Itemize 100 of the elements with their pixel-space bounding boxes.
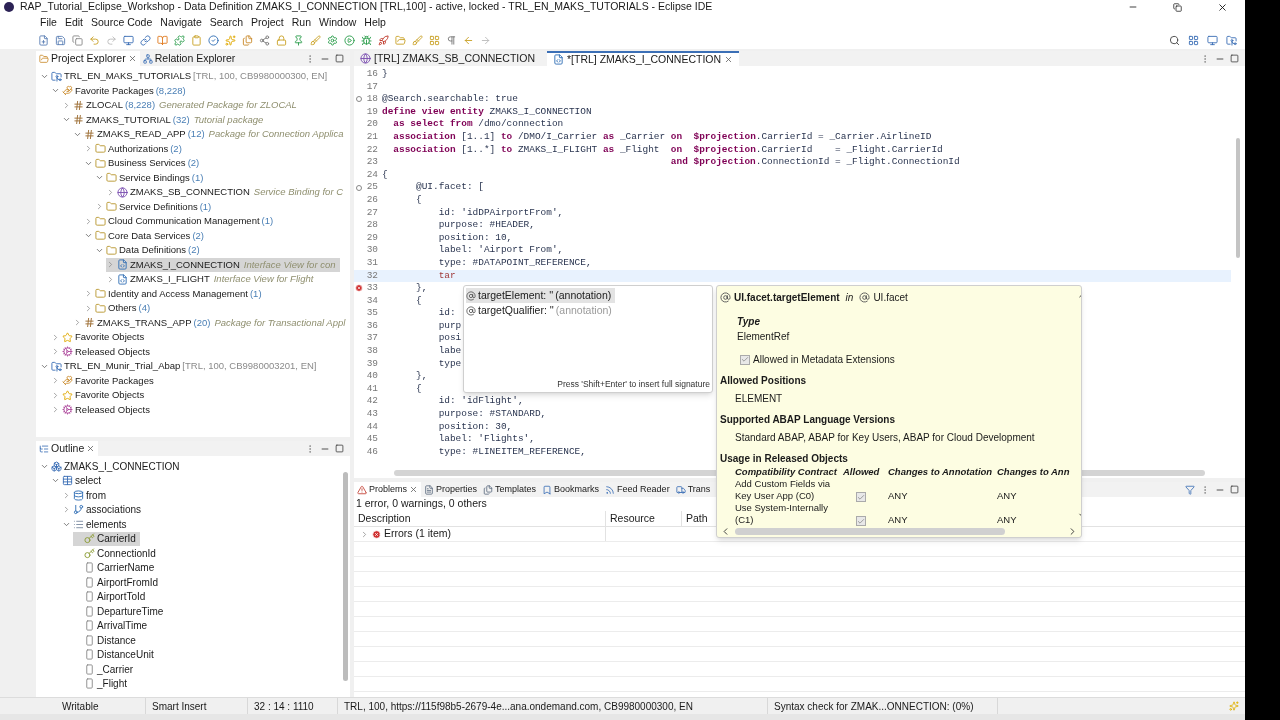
- redo-icon[interactable]: [106, 34, 117, 46]
- puzzle-icon[interactable]: [174, 34, 185, 46]
- tree-item[interactable]: select: [51, 473, 106, 488]
- menu-item[interactable]: Edit: [60, 14, 87, 31]
- tree-item[interactable]: ZMAKS_TUTORIAL (32) Tutorial package: [62, 112, 268, 127]
- completion-item[interactable]: targetQualifier: '' (annotation): [466, 303, 616, 318]
- pilcrow-icon[interactable]: [446, 34, 457, 46]
- close-icon[interactable]: [1217, 1, 1228, 13]
- book-icon[interactable]: [157, 34, 168, 46]
- tree-item[interactable]: ZMAKS_I_CONNECTION Interface View for con: [106, 257, 340, 272]
- perspective-icon[interactable]: [1188, 34, 1199, 46]
- menu-item[interactable]: Project: [247, 14, 288, 31]
- tree-item[interactable]: Favorite Objects: [51, 330, 149, 345]
- perspective-icon[interactable]: [1226, 34, 1237, 46]
- chevron-icon[interactable]: [51, 390, 60, 400]
- problem-group[interactable]: Errors (1 item): [384, 526, 452, 542]
- menu-item[interactable]: Search: [205, 14, 248, 31]
- chevron-icon[interactable]: [360, 529, 369, 539]
- copy-icon[interactable]: [72, 34, 83, 46]
- filter-icon[interactable]: [1185, 484, 1195, 495]
- play-icon[interactable]: [344, 34, 355, 46]
- chevron-icon[interactable]: [62, 100, 71, 110]
- clipboard-icon[interactable]: [191, 34, 202, 46]
- tree-item[interactable]: Authorizations (2): [84, 141, 186, 156]
- tree-item[interactable]: elements: [62, 517, 131, 532]
- maximize-icon[interactable]: [1230, 485, 1239, 494]
- tree-item[interactable]: from: [62, 488, 110, 503]
- tree-item[interactable]: Core Data Services (2): [84, 228, 208, 243]
- chevron-icon[interactable]: [84, 289, 93, 299]
- tree-item[interactable]: Favorite Packages: [51, 373, 158, 388]
- chevron-icon[interactable]: [84, 144, 93, 154]
- panel-tab[interactable]: Trans: [672, 482, 714, 497]
- new-file-icon[interactable]: [38, 34, 49, 46]
- panel-tab[interactable]: Feed Reader: [602, 482, 673, 497]
- panel-tab[interactable]: Properties: [421, 482, 481, 497]
- scrollbar[interactable]: [1236, 138, 1240, 258]
- menu-item[interactable]: Run: [287, 14, 315, 31]
- horizontal-scrollbar[interactable]: [735, 527, 1005, 535]
- column-header[interactable]: Description: [354, 511, 606, 526]
- tree-item[interactable]: associations: [62, 502, 146, 517]
- column-header[interactable]: Resource: [606, 511, 682, 526]
- tree-item[interactable]: TRL_EN_Munir_Trial_Abap [TRL, 100, CB9980003201, EN]: [40, 359, 321, 374]
- tree-item[interactable]: CarrierId: [73, 531, 140, 546]
- share-icon[interactable]: [259, 34, 270, 46]
- tree-item[interactable]: DepartureTime: [73, 604, 168, 619]
- tree-item[interactable]: TRL_EN_MAKS_TUTORIALS [TRL, 100, CB9980000300, EN]: [40, 69, 332, 84]
- tree-item[interactable]: ConnectionId: [73, 546, 160, 561]
- search-icon[interactable]: [1169, 34, 1180, 46]
- tree-item[interactable]: ZMAKS_TRANS_APP (20) Package for Transactional Appl: [73, 315, 350, 330]
- chevron-icon[interactable]: [106, 260, 115, 270]
- chevron-icon[interactable]: [51, 376, 60, 386]
- files-icon[interactable]: [242, 34, 253, 46]
- tree-item[interactable]: Others (4): [84, 301, 155, 316]
- tree-item[interactable]: Favorite Objects: [51, 388, 149, 403]
- brush-icon[interactable]: [310, 34, 321, 46]
- tree-item[interactable]: _Flight: [73, 676, 131, 691]
- scrollbar[interactable]: [343, 472, 348, 681]
- tree-item[interactable]: Business Services (2): [84, 156, 204, 171]
- tree-item[interactable]: AirportFromId: [73, 575, 163, 590]
- back-arrow-icon[interactable]: [463, 34, 474, 46]
- tree-item[interactable]: ZLOCAL (8,228) Generated Package for ZLOCAL: [62, 98, 301, 113]
- chevron-icon[interactable]: [95, 202, 104, 212]
- perspective-icon[interactable]: [1207, 34, 1218, 46]
- menu-item[interactable]: Help: [360, 14, 390, 31]
- panel-tab[interactable]: Outline: [36, 441, 99, 456]
- chevron-icon[interactable]: [62, 505, 71, 515]
- maximize-icon[interactable]: [335, 54, 344, 63]
- chevron-icon[interactable]: [51, 332, 60, 342]
- chevron-icon[interactable]: [51, 347, 60, 357]
- chevron-icon[interactable]: [51, 405, 60, 415]
- pin-icon[interactable]: [293, 34, 304, 46]
- completion-item[interactable]: targetElement: '' (annotation): [466, 288, 616, 303]
- menu-item[interactable]: Navigate: [156, 14, 206, 31]
- restore-icon[interactable]: [1173, 2, 1182, 12]
- panel-tab[interactable]: Relation Explorer: [139, 51, 239, 66]
- panel-tab[interactable]: Bookmarks: [539, 482, 603, 497]
- tree-item[interactable]: DistanceUnit: [73, 647, 158, 662]
- chevron-icon[interactable]: [84, 303, 93, 313]
- tree-item[interactable]: Released Objects: [51, 344, 154, 359]
- monitor-icon[interactable]: [123, 34, 134, 46]
- tree-item[interactable]: Distance: [73, 633, 140, 648]
- sparkle-icon[interactable]: [225, 34, 236, 46]
- editor-tab[interactable]: *[TRL] ZMAKS_I_CONNECTION: [547, 51, 740, 66]
- bug-icon[interactable]: [361, 34, 372, 46]
- tree-item[interactable]: Released Objects: [51, 402, 154, 417]
- tree-item[interactable]: ZMAKS_I_FLIGHT Interface View for Flight: [106, 272, 318, 287]
- chevron-icon[interactable]: [62, 490, 71, 500]
- tree-item[interactable]: Cloud Communication Management (1): [84, 214, 278, 229]
- tree-item[interactable]: Service Bindings (1): [95, 170, 208, 185]
- panel-tab[interactable]: Problems: [354, 482, 421, 497]
- tree-item[interactable]: ArrivalTime: [73, 618, 152, 633]
- forward-arrow-icon[interactable]: [480, 34, 491, 46]
- tree-item[interactable]: _Carrier: [73, 662, 138, 677]
- tree-item[interactable]: ZMAKS_SB_CONNECTION Service Binding for C: [106, 185, 348, 200]
- maximize-icon[interactable]: [335, 444, 344, 453]
- folder-icon[interactable]: [395, 34, 406, 46]
- chevron-icon[interactable]: [73, 318, 82, 328]
- settings-icon[interactable]: [327, 34, 338, 46]
- menu-item[interactable]: File: [36, 14, 61, 31]
- tree-item[interactable]: ZMAKS_I_CONNECTION: [40, 459, 184, 474]
